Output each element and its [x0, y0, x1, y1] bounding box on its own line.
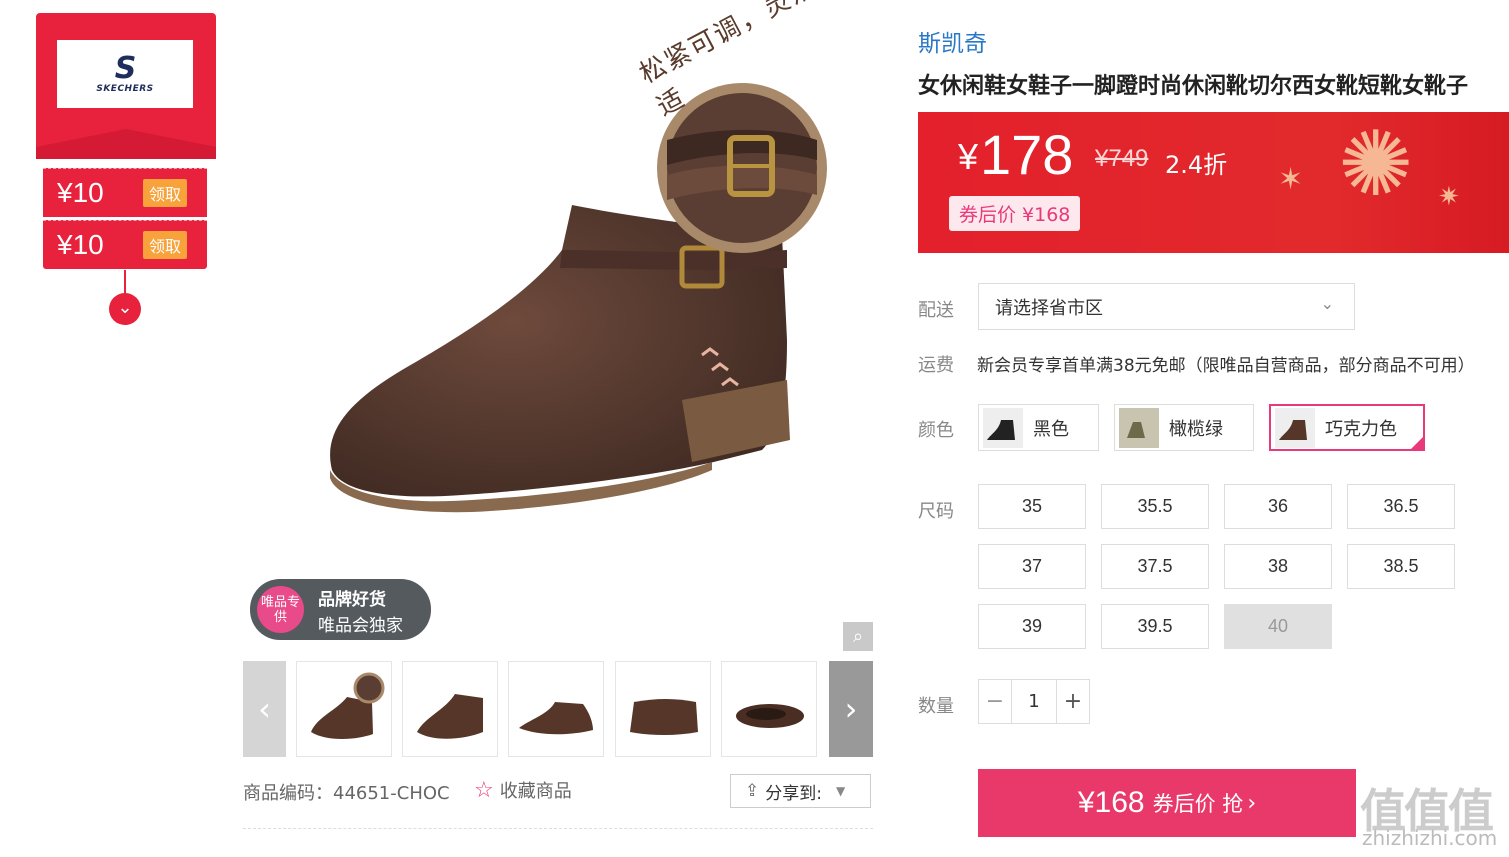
logo-card-arrow [36, 129, 216, 159]
thumbnail-image [311, 672, 385, 739]
sku-code: 商品编码：44651-CHOC [243, 783, 450, 804]
thumbnail-image [630, 699, 698, 735]
coupon-amount: ¥10 [57, 229, 104, 260]
product-title: 女休闲鞋女鞋子一脚蹬时尚休闲靴切尔西女靴短靴女靴子 [918, 74, 1469, 99]
chevron-down-icon[interactable]: ⌄ [109, 293, 141, 325]
color-option-chocolate[interactable]: 巧克力色 [1269, 404, 1425, 451]
thumbnail-3[interactable] [508, 661, 604, 757]
selected-check-icon [1409, 435, 1425, 451]
favorite-label: 收藏商品 [499, 781, 572, 802]
brand-link[interactable]: 斯凯奇 [918, 24, 987, 58]
coupon-get-button[interactable]: 领取 [143, 231, 188, 259]
size-option[interactable]: 37.5 [1101, 544, 1209, 589]
skechers-logo-mark: S [114, 51, 137, 86]
size-option[interactable]: 37 [978, 544, 1086, 589]
delivery-label: 配送 [918, 300, 954, 321]
firework-icon: ✷ [1438, 182, 1460, 212]
main-product-image[interactable]: 松紧可调，灵活舒适 [242, 0, 873, 572]
freight-label: 运费 [918, 355, 954, 376]
original-price: ¥749 [1095, 145, 1149, 172]
size-option[interactable]: 39 [978, 604, 1086, 649]
badge-circle: 唯品专供 [257, 586, 304, 633]
sale-price: 178 [980, 123, 1074, 186]
badge-line2: 唯品会独家 [318, 616, 403, 636]
chevron-down-icon: ⌄ [1320, 294, 1334, 313]
skechers-logo-text: SKECHERS [96, 84, 154, 94]
size-option[interactable]: 36.5 [1347, 484, 1455, 529]
quantity-stepper: − 1 + [978, 679, 1090, 724]
chevron-right-icon: › [1247, 790, 1257, 816]
size-option[interactable]: 38.5 [1347, 544, 1455, 589]
quantity-input[interactable]: 1 [1011, 680, 1057, 723]
star-icon: ☆ [474, 778, 494, 803]
color-swatch [1119, 407, 1159, 448]
size-option[interactable]: 39.5 [1101, 604, 1209, 649]
divider [243, 828, 873, 829]
color-option-label: 巧克力色 [1325, 418, 1397, 440]
skechers-logo: S SKECHERS [57, 40, 193, 108]
region-placeholder: 请选择省市区 [995, 297, 1103, 319]
color-option-label: 橄榄绿 [1169, 418, 1223, 440]
size-option[interactable]: 35 [978, 484, 1086, 529]
favorite-button[interactable]: ☆ 收藏商品 [474, 777, 572, 803]
thumbnail-5[interactable] [721, 661, 817, 757]
firework-icon: ✺ [1338, 112, 1414, 217]
quantity-label: 数量 [918, 696, 954, 717]
thumbnail-image [519, 702, 593, 735]
color-option-label: 黑色 [1033, 418, 1069, 440]
freight-info: 新会员专享首单满38元免邮（限唯品自营商品，部分商品不可用） [977, 356, 1475, 376]
share-dropdown[interactable]: ⇪ 分享到: ▼ [730, 774, 871, 808]
size-option[interactable]: 35.5 [1101, 484, 1209, 529]
thumbnail-image [736, 704, 804, 728]
after-coupon-price: 券后价 ¥168 [949, 196, 1081, 231]
size-option-disabled: 40 [1224, 604, 1332, 649]
share-icon: ⇪ [745, 781, 760, 801]
size-option[interactable]: 38 [1224, 544, 1332, 589]
thumbnail-4[interactable] [615, 661, 711, 757]
size-label: 尺码 [918, 501, 954, 522]
price-banner: ✺ ✶ ✷ ¥ 178 ¥749 2.4折 券后价 ¥168 [918, 112, 1509, 253]
thumbnail-2[interactable] [402, 661, 498, 757]
color-option-olive[interactable]: 橄榄绿 [1114, 404, 1254, 451]
buy-price: ¥168 [1077, 786, 1145, 819]
size-option[interactable]: 36 [1224, 484, 1332, 529]
brand-logo-card[interactable]: S SKECHERS [36, 13, 216, 159]
quantity-plus-button[interactable]: + [1057, 680, 1089, 723]
region-select[interactable]: 请选择省市区 ⌄ [978, 283, 1355, 330]
share-label: 分享到: [765, 783, 822, 804]
coupon-amount: ¥10 [57, 177, 104, 208]
thumbnail-image [417, 694, 483, 739]
zoom-icon[interactable]: ⌕ [843, 622, 873, 651]
watermark-url: zhizhizhi.com [1362, 826, 1498, 850]
boot-illustration [330, 83, 827, 513]
color-label: 颜色 [918, 420, 954, 441]
badge-line1: 品牌好货 [318, 590, 386, 610]
currency-symbol: ¥ [958, 136, 979, 177]
coupon-connector [124, 270, 126, 294]
thumbnail-1[interactable] [296, 661, 392, 757]
exclusive-badge: 唯品专供 品牌好货 唯品会独家 [250, 579, 431, 640]
quantity-minus-button[interactable]: − [979, 680, 1011, 723]
color-swatch [1275, 407, 1315, 448]
color-option-black[interactable]: 黑色 [978, 404, 1099, 451]
coupon-1[interactable]: ¥10 领取 [43, 168, 207, 217]
firework-icon: ✶ [1278, 162, 1304, 197]
thumb-next-button[interactable]: › [829, 661, 873, 757]
coupon-get-button[interactable]: 领取 [143, 179, 188, 207]
discount-rate: 2.4折 [1165, 151, 1228, 179]
thumb-prev-button[interactable]: ‹ [243, 661, 286, 757]
color-swatch [983, 407, 1023, 448]
coupon-2[interactable]: ¥10 领取 [43, 220, 207, 269]
buy-label: 券后价 抢 [1152, 792, 1244, 816]
buy-now-button[interactable]: ¥168 券后价 抢 › [978, 769, 1356, 837]
caret-down-icon: ▼ [835, 784, 846, 798]
